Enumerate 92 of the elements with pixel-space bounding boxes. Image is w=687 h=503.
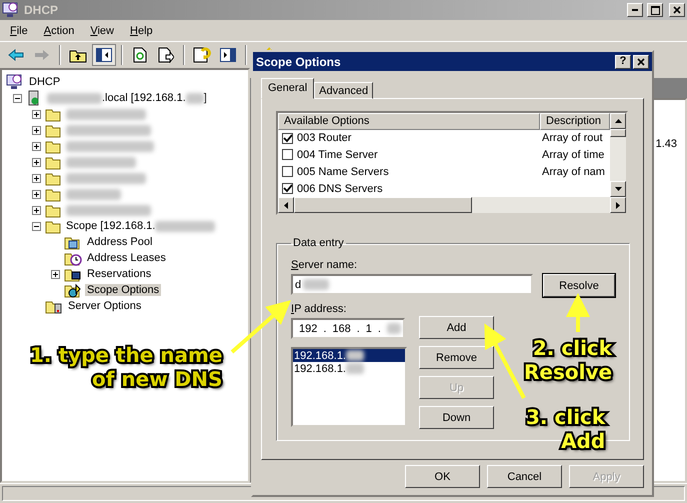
scroll-thumb[interactable]	[610, 129, 626, 137]
ip-address-field[interactable]: 192 . 168 . 1 .	[291, 318, 405, 339]
column-header[interactable]: Available Options	[278, 113, 540, 130]
option-row[interactable]: 004 Time Server	[278, 148, 540, 161]
monitor-icon	[6, 74, 24, 90]
expand-icon[interactable]	[32, 142, 41, 150]
tree-item[interactable]: .local [192.168.1. ]	[45, 92, 209, 104]
close-icon	[673, 6, 681, 14]
blurred-text	[346, 350, 364, 361]
dialog-button[interactable]: Cancel	[487, 465, 562, 488]
option-row[interactable]: 005 Name Servers	[278, 166, 540, 178]
expand-icon[interactable]	[32, 174, 41, 182]
option-description: Array of nam	[541, 166, 606, 178]
option-row[interactable]: 003 Router	[278, 132, 540, 144]
tree-item[interactable]: DHCP	[27, 76, 62, 88]
help-button[interactable]: ?	[615, 54, 631, 68]
option-row[interactable]: 006 DNS Servers	[278, 182, 540, 195]
right-arrow-icon[interactable]	[616, 202, 620, 208]
list-button[interactable]: Remove	[419, 346, 494, 369]
monitor-icon	[2, 2, 20, 18]
callout-text: 1. type the name of new DNS	[30, 343, 222, 391]
resolve-button[interactable]: Resolve	[543, 274, 615, 297]
field-label: IP address:	[291, 303, 348, 315]
checkbox[interactable]	[282, 166, 293, 178]
expand-icon[interactable]	[32, 126, 41, 134]
column-header[interactable]: Description	[540, 113, 610, 130]
up-arrow-icon[interactable]	[614, 119, 622, 123]
blurred-text	[155, 220, 216, 232]
window-title: DHCP	[24, 3, 60, 17]
blurred-text	[346, 363, 364, 374]
callout-text: 3. click Add	[526, 405, 606, 453]
vertical-scrollbar[interactable]	[610, 113, 626, 197]
menu-item[interactable]: Action	[38, 22, 80, 38]
maximize-button[interactable]	[647, 3, 663, 17]
pane-icon[interactable]	[220, 48, 236, 62]
option-description: Array of rout	[541, 132, 604, 144]
expand-icon[interactable]	[32, 158, 41, 166]
pane-icon	[96, 48, 112, 62]
collapse-icon[interactable]	[32, 222, 41, 230]
maximize-icon	[650, 6, 660, 14]
arrow	[230, 300, 291, 354]
expand-icon[interactable]	[51, 270, 60, 278]
list-button[interactable]: Down	[419, 406, 494, 429]
horizontal-scrollbar[interactable]	[278, 197, 626, 213]
address-item[interactable]: 192.168.1.	[293, 349, 405, 362]
collapse-icon[interactable]	[13, 94, 22, 102]
back-arrow-icon[interactable]	[8, 49, 24, 61]
close-button[interactable]	[633, 54, 649, 68]
expand-icon[interactable]	[32, 206, 41, 214]
menu-item[interactable]: View	[84, 22, 120, 38]
minimize-icon	[632, 9, 638, 11]
down-arrow-icon[interactable]	[614, 187, 622, 191]
tree-item[interactable]: Scope Options	[85, 284, 162, 296]
tree-item[interactable]: Address Pool	[85, 236, 154, 248]
menu-item[interactable]: Help	[124, 22, 159, 38]
checkbox[interactable]	[282, 132, 293, 144]
scroll-thumb[interactable]	[294, 197, 472, 213]
menu-item[interactable]: File	[4, 22, 34, 38]
blurred-text	[386, 323, 401, 334]
blurred-text	[303, 279, 330, 290]
blurred-text	[186, 92, 204, 104]
tab[interactable]: Advanced	[314, 82, 374, 99]
checkbox[interactable]	[282, 149, 293, 160]
field-label: Server name:	[291, 259, 358, 271]
dialog-button[interactable]: OK	[405, 465, 480, 488]
left-arrow-icon[interactable]	[284, 202, 288, 208]
tree-item[interactable]: Server Options	[66, 300, 144, 312]
tree-item[interactable]: Reservations	[85, 268, 154, 280]
callout-text: 2. click Resolve	[524, 336, 612, 384]
close-button[interactable]	[669, 3, 685, 17]
refresh-icon[interactable]	[133, 47, 147, 63]
close-icon	[637, 58, 645, 66]
tree-item[interactable]: Scope [192.168.1.	[64, 220, 218, 232]
blurred-text	[47, 92, 102, 104]
minimize-button[interactable]	[627, 3, 643, 17]
tab[interactable]: General	[261, 78, 314, 99]
blurred-text	[66, 188, 121, 200]
export-icon[interactable]	[158, 47, 174, 63]
expand-icon[interactable]	[32, 110, 41, 118]
blurred-text	[66, 156, 136, 168]
dialog-title: Scope Options	[256, 54, 342, 68]
option-description: Array of time	[541, 148, 606, 161]
group-label: Data entry	[292, 237, 345, 249]
console-tree-button[interactable]	[92, 44, 116, 66]
list-cell: 1.43	[656, 138, 677, 150]
checkbox[interactable]	[282, 183, 293, 194]
help-icon[interactable]	[193, 47, 211, 63]
expand-icon[interactable]	[32, 190, 41, 198]
tree-item[interactable]: Address Leases	[85, 252, 168, 264]
arrow	[566, 293, 590, 332]
server-name-field[interactable]: d	[291, 274, 533, 295]
list-button[interactable]: Add	[419, 316, 494, 339]
